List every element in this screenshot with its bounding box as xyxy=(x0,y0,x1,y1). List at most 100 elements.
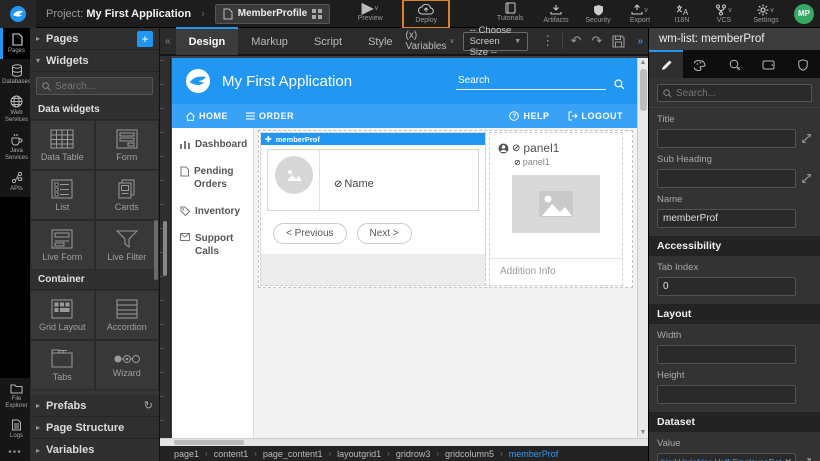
variables-accordion[interactable]: ▸ Variables xyxy=(30,439,159,461)
widget-tile-data-table[interactable]: Data Table xyxy=(30,120,95,170)
more-options-icon[interactable]: ••• xyxy=(0,444,30,461)
rail-item-apis[interactable]: APIs xyxy=(0,166,30,197)
rail-item-web-services[interactable]: Web Services xyxy=(0,90,30,128)
tab-styles[interactable] xyxy=(683,50,717,78)
sidenav-inventory[interactable]: Inventory xyxy=(180,205,245,218)
breadcrumb-item[interactable]: content1 xyxy=(214,449,249,459)
tab-index-input[interactable] xyxy=(657,277,796,296)
widget-tile-live-filter[interactable]: Live Filter xyxy=(95,220,160,270)
item-name-field[interactable]: ⊘ Name xyxy=(320,150,374,210)
sidenav-dashboard[interactable]: Dashboard xyxy=(180,138,245,151)
hscrollbar-thumb[interactable] xyxy=(174,440,244,445)
list-item-template[interactable]: ⊘ Name xyxy=(267,149,479,211)
member-list-widget[interactable]: ✚ memberProf xyxy=(260,132,486,286)
kebab-menu-icon[interactable]: ⋮ xyxy=(536,33,559,49)
search-icon[interactable] xyxy=(614,79,625,90)
tab-style[interactable]: Style xyxy=(355,27,405,55)
export-button[interactable]: ∨ Export xyxy=(620,1,660,27)
preview-button[interactable]: ▶∨ Preview xyxy=(348,0,392,25)
bind-link-icon[interactable] xyxy=(801,457,812,461)
nav-logout[interactable]: LOGOUT xyxy=(568,111,624,121)
widget-tile-list[interactable]: List xyxy=(30,170,95,220)
widget-list-scrollbar[interactable] xyxy=(154,220,158,280)
sidenav-pending-orders[interactable]: Pending Orders xyxy=(180,165,245,191)
next-button[interactable]: Next > xyxy=(357,223,412,244)
breadcrumb-item[interactable]: page1 xyxy=(174,449,199,459)
ruler-scrollbar-thumb[interactable] xyxy=(163,221,167,276)
i18n-button[interactable]: A I18N xyxy=(662,1,702,27)
app-search-input[interactable]: Search xyxy=(456,73,606,90)
scroll-down-icon[interactable]: ▼ xyxy=(640,428,647,438)
scroll-up-icon[interactable]: ▲ xyxy=(640,58,647,68)
tab-script[interactable]: Script xyxy=(301,27,355,55)
panel1-image-placeholder[interactable] xyxy=(512,175,600,233)
layout-grid-outline[interactable]: ✚ memberProf xyxy=(258,130,633,288)
widget-tile-accordion[interactable]: Accordion xyxy=(95,290,160,340)
page-structure-accordion[interactable]: ▸ Page Structure xyxy=(30,417,159,439)
tutorials-button[interactable]: Tutorials xyxy=(488,0,532,25)
undo-icon[interactable]: ↶ xyxy=(566,33,587,49)
prefabs-accordion[interactable]: ▸ Prefabs ↻ xyxy=(30,395,159,417)
name-input[interactable] xyxy=(657,209,796,228)
panel1-header[interactable]: ⊘ panel1 xyxy=(490,133,622,155)
subheading-input[interactable] xyxy=(657,169,796,188)
bind-link-icon[interactable] xyxy=(801,133,812,144)
refresh-icon[interactable]: ↻ xyxy=(144,399,153,412)
nav-order[interactable]: ORDER xyxy=(246,111,294,121)
widget-tile-wizard[interactable]: Wizard xyxy=(95,340,160,390)
bind-link-icon[interactable] xyxy=(801,173,812,184)
dataset-section-header[interactable]: Dataset xyxy=(649,412,820,432)
tab-properties[interactable] xyxy=(649,50,683,78)
tab-security[interactable] xyxy=(786,50,820,78)
breadcrumb-item[interactable]: gridrow3 xyxy=(396,449,431,459)
dataset-value-input[interactable]: bind:Variables.HrdbEmployeeData.data ✕ xyxy=(657,453,796,461)
widget-tile-grid-layout[interactable]: Grid Layout xyxy=(30,290,95,340)
canvas-vertical-scrollbar[interactable]: ▲ ▼ xyxy=(637,58,648,438)
widget-search-input[interactable] xyxy=(55,81,145,92)
title-input[interactable] xyxy=(657,129,796,148)
tab-markup[interactable]: Markup xyxy=(238,27,301,55)
grid-icon[interactable] xyxy=(312,9,322,19)
add-page-button[interactable]: + xyxy=(137,31,153,47)
canvas-horizontal-scrollbar[interactable] xyxy=(160,438,648,446)
breadcrumb-item[interactable]: page_content1 xyxy=(263,449,323,459)
widget-tile-cards[interactable]: Cards xyxy=(95,170,160,220)
breadcrumb-item[interactable]: gridcolumn5 xyxy=(445,449,494,459)
layout-section-header[interactable]: Layout xyxy=(649,304,820,324)
nav-help[interactable]: ? HELP xyxy=(509,111,549,121)
collapse-left-icon[interactable]: « xyxy=(160,36,176,47)
widget-tile-form[interactable]: Form xyxy=(95,120,160,170)
panel1-widget[interactable]: ⊘ panel1 ⊘ panel1 xyxy=(489,132,623,286)
rail-item-java-services[interactable]: Java Services xyxy=(0,128,30,166)
tab-events[interactable] xyxy=(717,50,751,78)
tab-device[interactable] xyxy=(752,50,786,78)
user-avatar[interactable]: MP xyxy=(794,4,814,24)
wavemaker-logo[interactable] xyxy=(0,0,36,28)
move-icon[interactable]: ✚ xyxy=(265,135,272,144)
accessibility-section-header[interactable]: Accessibility xyxy=(649,236,820,256)
security-button[interactable]: Security xyxy=(578,1,618,27)
previous-button[interactable]: < Previous xyxy=(273,223,347,244)
rail-item-logs[interactable]: Logs xyxy=(0,414,30,444)
redo-icon[interactable]: ↷ xyxy=(587,33,608,49)
save-icon[interactable] xyxy=(607,35,630,48)
settings-button[interactable]: ∨ Settings xyxy=(746,1,786,27)
properties-search-input[interactable] xyxy=(676,88,796,99)
widgets-accordion[interactable]: ▾ Widgets xyxy=(30,50,159,72)
breadcrumb-item-current[interactable]: memberProf xyxy=(509,449,559,459)
vcs-button[interactable]: ∨ VCS xyxy=(704,1,744,27)
breadcrumb-item[interactable]: layoutgrid1 xyxy=(337,449,381,459)
rail-item-databases[interactable]: Databases xyxy=(0,59,30,90)
artifacts-button[interactable]: Artifacts xyxy=(536,1,576,27)
clear-binding-icon[interactable]: ✕ xyxy=(784,457,792,461)
rail-item-pages[interactable]: Pages xyxy=(0,28,30,59)
height-input[interactable] xyxy=(657,385,796,404)
tab-design[interactable]: Design xyxy=(176,27,239,55)
sidenav-support-calls[interactable]: Support Calls xyxy=(180,232,245,258)
nav-home[interactable]: HOME xyxy=(186,111,228,121)
member-list-selection-bar[interactable]: ✚ memberProf xyxy=(261,133,485,145)
widget-tile-live-form[interactable]: Live Form xyxy=(30,220,95,270)
scrollbar-thumb[interactable] xyxy=(640,69,647,111)
variables-dropdown[interactable]: (x) Variables ∨ xyxy=(406,30,455,52)
deploy-button[interactable]: Deploy xyxy=(404,1,448,27)
